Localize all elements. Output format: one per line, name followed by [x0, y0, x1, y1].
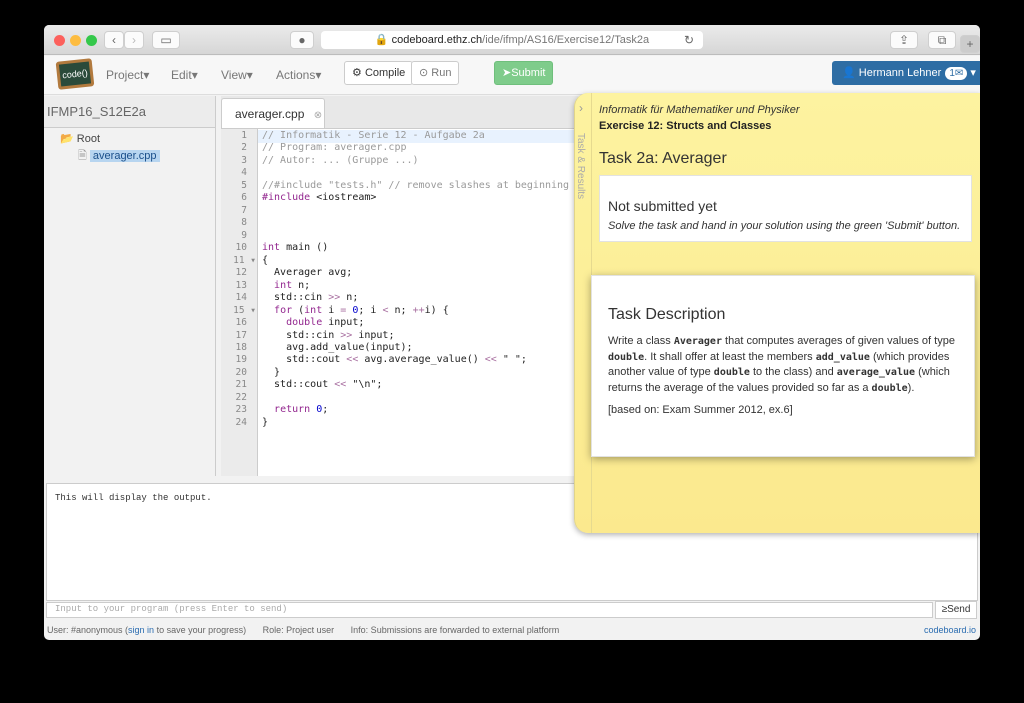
program-input[interactable]: Input to your program (press Enter to se… [46, 602, 933, 618]
line-number: 20 [235, 366, 247, 378]
line-number: 18 [235, 341, 247, 353]
codeboard-link[interactable]: codeboard.io [924, 621, 976, 639]
folder-icon: 📂 [60, 133, 74, 145]
codeboard-logo[interactable]: code() [55, 58, 95, 90]
task-title: Task 2a: Averager [599, 150, 727, 167]
play-icon: ⊙ [419, 67, 429, 79]
line-number: 9 [241, 229, 247, 241]
tree-root[interactable]: 📂 Root [44, 128, 215, 145]
close-tab-icon[interactable]: ⊗ [314, 110, 322, 121]
navbar: code() Project▾ Edit▾ View▾ Actions▾ ⚙ C… [44, 56, 980, 95]
code-editor[interactable]: 1 2 3 4 5 6 7 8 9 10 11 ▾ 12 13 14 15 ▾ 16 17 18 19 20 21 22 2… [221, 128, 599, 476]
task-toggle[interactable]: › Task & Results [575, 93, 592, 533]
browser-window: ‹ › ▭ ● 🔒 codeboard.ethz.ch/ide/ifmp/AS1… [44, 25, 980, 640]
title-bar: ‹ › ▭ ● 🔒 codeboard.ethz.ch/ide/ifmp/AS1… [44, 25, 980, 55]
sidebar-icon[interactable]: ▭ [152, 31, 180, 49]
chevron-right-icon[interactable]: › [579, 101, 583, 115]
back-icon[interactable]: ‹ [104, 31, 124, 49]
run-button[interactable]: ⊙ Run [411, 61, 460, 85]
line-number: 15 ▾ [233, 304, 256, 316]
close-button[interactable] [54, 35, 65, 46]
line-number: 10 [235, 242, 247, 254]
line-number: 4 [241, 167, 247, 179]
line-number: 21 [235, 379, 247, 391]
menu-view[interactable]: View▾ [221, 68, 253, 82]
line-number: 5 [241, 179, 247, 191]
privacy-icon[interactable]: ● [290, 31, 314, 49]
reload-icon[interactable]: ↻ [684, 32, 694, 50]
code-lines: // Informatik - Serie 12 - Aufgabe 2a //… [262, 130, 600, 428]
line-gutter: 1 2 3 4 5 6 7 8 9 10 11 ▾ 12 13 14 15 ▾ 16 17 18 19 20 21 22 2… [221, 129, 258, 476]
status-bar: User: #anonymous (sign in to save your p… [44, 621, 980, 640]
line-number: 24 [235, 416, 247, 428]
line-number: 12 [235, 267, 247, 279]
zoom-button[interactable] [86, 35, 97, 46]
task-description: Write a class Averager that computes ave… [608, 335, 955, 394]
line-number: 17 [235, 329, 247, 341]
user-menu[interactable]: 👤 Hermann Lehner 1✉ ▾ [832, 61, 980, 85]
share-icon[interactable]: ⇪ [890, 31, 918, 49]
menu-actions[interactable]: Actions▾ [276, 68, 321, 82]
submit-button[interactable]: ➤Submit [494, 61, 553, 85]
line-number: 8 [241, 217, 247, 229]
line-number: 7 [241, 204, 247, 216]
editor-panel: averager.cpp ⊗ 1 2 3 4 5 6 7 8 9 10 11 ▾ 12 13 14 15 ▾… [221, 96, 599, 476]
line-number: 19 [235, 354, 247, 366]
menu-project[interactable]: Project▾ [106, 68, 149, 82]
minimize-button[interactable] [70, 35, 81, 46]
line-number: 3 [241, 154, 247, 166]
gear-icon: ⚙ [352, 67, 362, 79]
send-button[interactable]: ≥Send [935, 601, 977, 619]
user-icon: 👤 [842, 67, 856, 79]
task-description-card: Task Description Write a class Averager … [591, 275, 975, 457]
line-number: 11 ▾ [233, 254, 256, 266]
send-icon: ➤ [502, 67, 512, 79]
task-panel: › Task & Results Informatik für Mathemat… [574, 93, 980, 533]
message-badge[interactable]: 1✉ [945, 67, 968, 80]
line-number: 16 [235, 317, 247, 329]
line-number: 13 [235, 279, 247, 291]
menu-edit[interactable]: Edit▾ [171, 68, 198, 82]
address-bar[interactable]: 🔒 codeboard.ethz.ch/ide/ifmp/AS16/Exerci… [321, 31, 703, 49]
line-number: 1 [241, 130, 247, 141]
tabs-icon[interactable]: ⧉ [928, 31, 956, 49]
new-tab-icon[interactable]: + [960, 35, 980, 53]
compile-button[interactable]: ⚙ Compile [344, 61, 414, 85]
project-name: IFMP16_S12E2a [44, 96, 215, 128]
line-number: 23 [235, 404, 247, 416]
submission-status-card: Not submitted yet Solve the task and han… [599, 175, 972, 242]
tree-file[interactable]: 🗎 averager.cpp [44, 145, 215, 166]
forward-icon[interactable]: › [124, 31, 144, 49]
line-number: 14 [235, 292, 247, 304]
sign-in-link[interactable]: sign in [128, 625, 154, 635]
file-icon: 🗎 [78, 150, 87, 162]
line-number: 22 [235, 391, 247, 403]
tab-averager-cpp[interactable]: averager.cpp ⊗ [221, 98, 325, 129]
line-number: 6 [241, 192, 247, 204]
line-number: 2 [241, 142, 247, 154]
file-tree-panel: IFMP16_S12E2a 📂 Root 🗎 averager.cpp [44, 96, 216, 476]
